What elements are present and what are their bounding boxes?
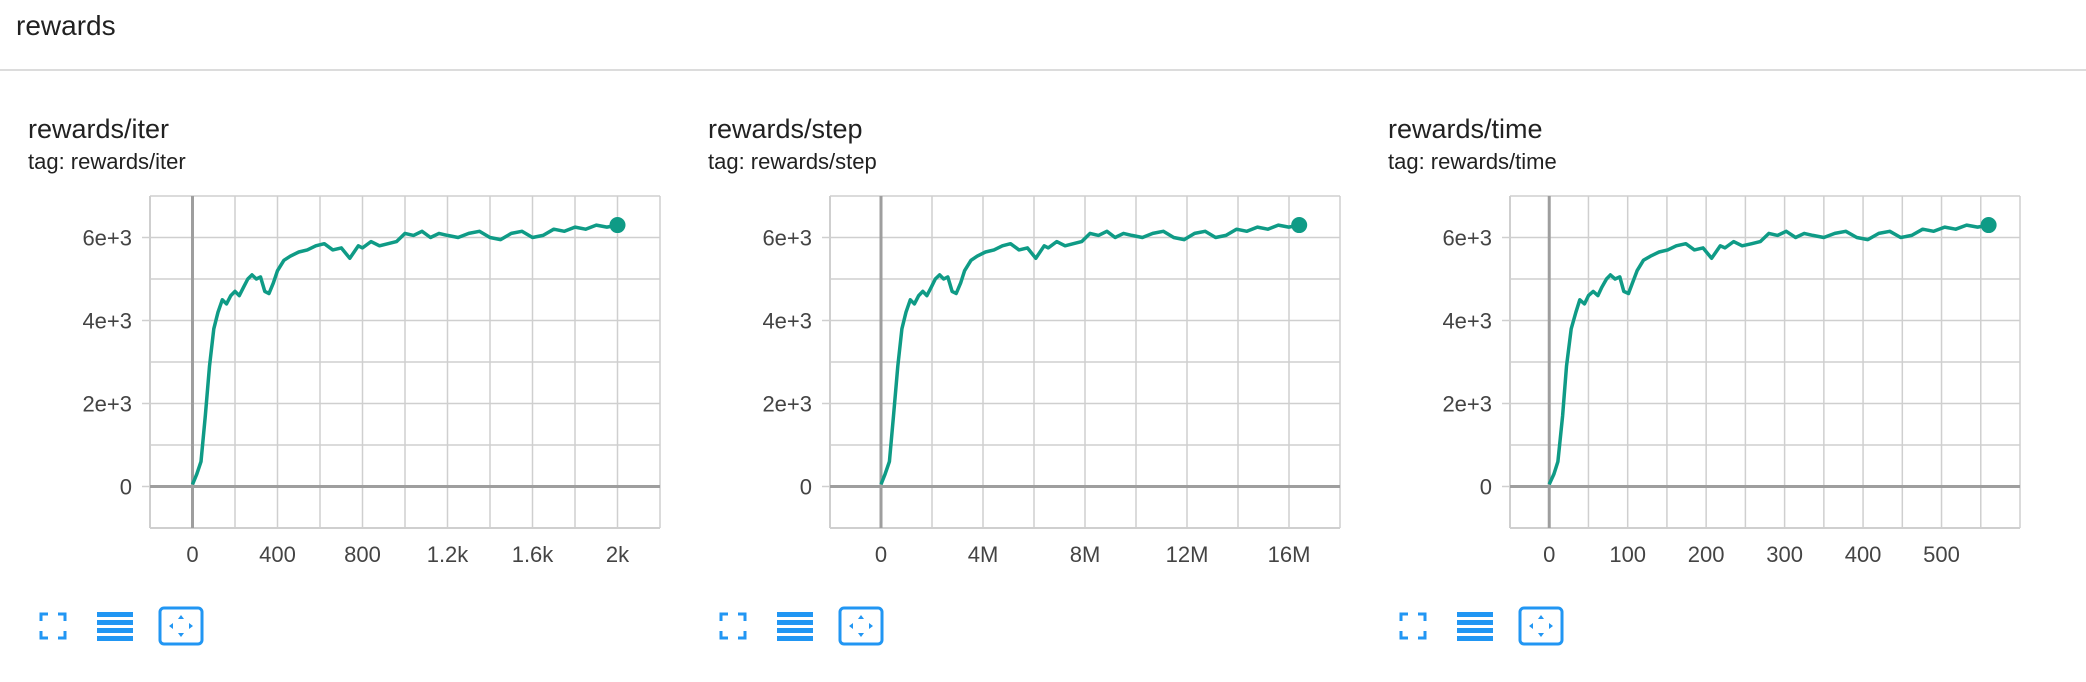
data-table-icon xyxy=(97,612,133,641)
y-tick-label: 0 xyxy=(800,475,812,500)
x-tick-label: 1.6k xyxy=(512,542,555,567)
last-value-point xyxy=(609,217,626,234)
toggle-data-table-button[interactable] xyxy=(92,604,138,648)
toggle-data-table-button[interactable] xyxy=(772,604,818,648)
x-tick-label: 0 xyxy=(875,542,887,567)
x-tick-label: 400 xyxy=(1845,542,1882,567)
data-table-icon xyxy=(777,612,813,641)
chart-toolbar xyxy=(30,604,230,648)
last-value-point xyxy=(1980,217,1997,234)
chart-toolbar xyxy=(1390,604,1590,648)
y-tick-label: 0 xyxy=(120,475,132,500)
x-tick-label: 200 xyxy=(1688,542,1725,567)
section-title: rewards xyxy=(16,10,116,41)
fullscreen-button[interactable] xyxy=(710,604,756,648)
x-tick-label: 100 xyxy=(1609,542,1646,567)
fit-to-domain-icon xyxy=(838,606,884,646)
x-tick-label: 500 xyxy=(1923,542,1960,567)
fit-to-domain-icon xyxy=(1518,606,1564,646)
y-tick-label: 6e+3 xyxy=(762,226,812,251)
fullscreen-button[interactable] xyxy=(30,604,76,648)
section-header: rewards xyxy=(0,0,2086,71)
fit-to-domain-icon xyxy=(158,606,204,646)
chart-tag: tag: rewards/iter xyxy=(28,149,186,174)
x-tick-label: 4M xyxy=(968,542,999,567)
line-chart-rewards-time[interactable]: 0 2e+3 4e+3 6e+3 0 100 200 300 400 500 xyxy=(1376,188,2036,608)
x-tick-label: 300 xyxy=(1766,542,1803,567)
x-tick-label: 0 xyxy=(186,542,198,567)
y-tick-label: 6e+3 xyxy=(1442,226,1492,251)
chart-tag: tag: rewards/step xyxy=(708,149,877,174)
x-tick-label: 1.2k xyxy=(427,542,470,567)
fullscreen-icon xyxy=(719,612,747,640)
chart-card-rewards-step: rewards/step tag: rewards/step 0 2e+3 4e+3… xyxy=(696,108,1356,658)
chart-title: rewards/step xyxy=(708,114,863,144)
y-tick-label: 4e+3 xyxy=(82,309,132,334)
x-tick-label: 400 xyxy=(259,542,296,567)
y-tick-label: 2e+3 xyxy=(762,392,812,417)
x-tick-label: 8M xyxy=(1070,542,1101,567)
x-tick-label: 12M xyxy=(1166,542,1209,567)
chart-card-rewards-time: rewards/time tag: rewards/time 0 2e+3 4e+3… xyxy=(1376,108,2036,658)
fit-domain-button[interactable] xyxy=(158,604,204,648)
y-tick-label: 4e+3 xyxy=(762,309,812,334)
x-tick-label: 0 xyxy=(1543,542,1555,567)
chart-tag: tag: rewards/time xyxy=(1388,149,1557,174)
x-tick-label: 800 xyxy=(344,542,381,567)
x-tick-label: 2k xyxy=(606,542,630,567)
y-tick-label: 0 xyxy=(1480,475,1492,500)
data-table-icon xyxy=(1457,612,1493,641)
fit-domain-button[interactable] xyxy=(1518,604,1564,648)
line-chart-rewards-step[interactable]: 0 2e+3 4e+3 6e+3 0 4M 8M 12M 16M xyxy=(696,188,1356,608)
y-tick-label: 6e+3 xyxy=(82,226,132,251)
fullscreen-button[interactable] xyxy=(1390,604,1436,648)
y-tick-label: 2e+3 xyxy=(82,392,132,417)
y-tick-label: 4e+3 xyxy=(1442,309,1492,334)
line-chart-rewards-iter[interactable]: 0 2e+3 4e+3 6e+3 0 400 800 1.2k 1.6k 2k xyxy=(16,188,676,608)
fullscreen-icon xyxy=(1399,612,1427,640)
fit-domain-button[interactable] xyxy=(838,604,884,648)
toggle-data-table-button[interactable] xyxy=(1452,604,1498,648)
x-tick-label: 16M xyxy=(1268,542,1311,567)
last-value-point xyxy=(1291,217,1308,234)
chart-title: rewards/iter xyxy=(28,114,170,144)
fullscreen-icon xyxy=(39,612,67,640)
chart-toolbar xyxy=(710,604,910,648)
y-tick-label: 2e+3 xyxy=(1442,392,1492,417)
chart-card-rewards-iter: rewards/iter tag: rewards/iter 0 2e+3 4e+3… xyxy=(16,108,676,658)
chart-title: rewards/time xyxy=(1388,114,1543,144)
